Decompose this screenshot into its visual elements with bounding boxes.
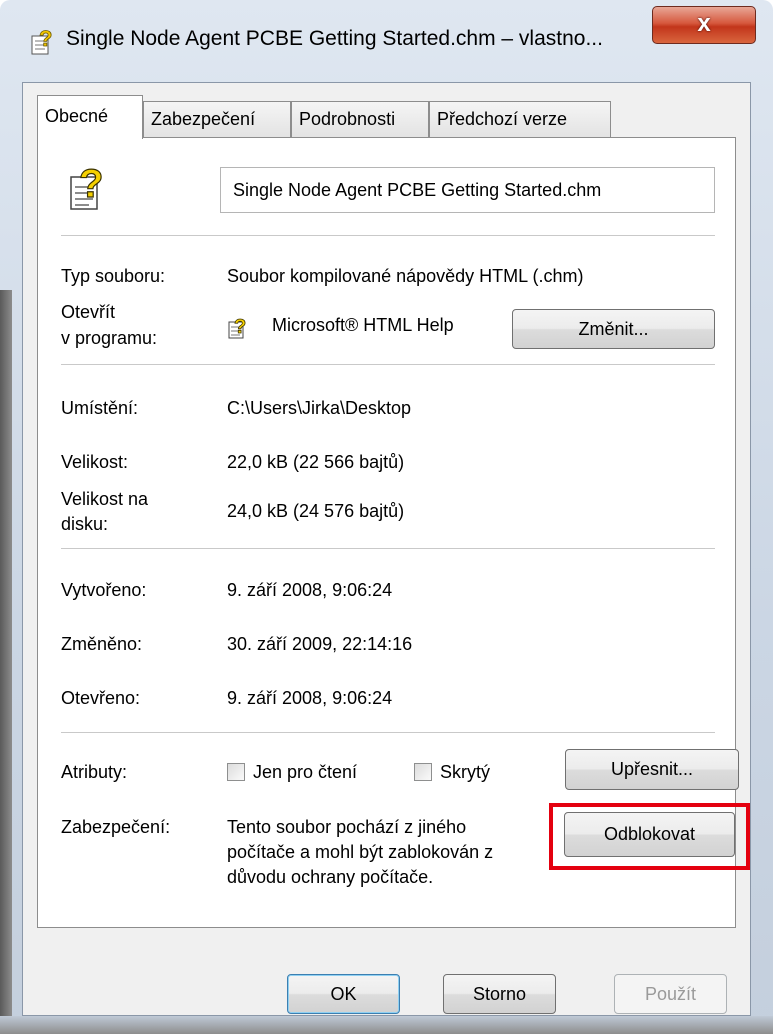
svg-text:?: ? xyxy=(234,316,246,338)
file-type-label: Typ souboru: xyxy=(61,266,166,286)
security-text-line2: počítače a mohl být zablokován z xyxy=(227,842,494,862)
help-file-large-icon: ? xyxy=(67,161,111,213)
html-help-icon: ? xyxy=(227,314,253,340)
open-with-value: Microsoft® HTML Help xyxy=(272,315,454,335)
size-on-disk-value: 24,0 kB (24 576 bajtů) xyxy=(227,501,405,521)
modified-value: 30. září 2009, 22:14:16 xyxy=(227,634,413,654)
size-value: 22,0 kB (22 566 bajtů) xyxy=(227,452,405,472)
close-icon: x xyxy=(697,10,711,37)
separator xyxy=(61,732,715,733)
change-program-button[interactable]: Změnit... xyxy=(512,309,715,349)
separator xyxy=(61,364,715,365)
highlight-box xyxy=(549,803,750,870)
dialog-client-area: Obecné Zabezpečení Podrobnosti Předchozí… xyxy=(22,82,751,1016)
attributes-label: Atributy: xyxy=(61,762,128,782)
readonly-label[interactable]: Jen pro čtení xyxy=(253,761,357,783)
help-file-icon: ? xyxy=(30,26,58,56)
tab-general[interactable]: Obecné xyxy=(37,95,143,139)
filename-input[interactable] xyxy=(220,167,715,213)
tab-strip: Obecné Zabezpečení Podrobnosti Předchozí… xyxy=(37,93,737,139)
title-bar[interactable]: ? Single Node Agent PCBE Getting Started… xyxy=(0,0,773,82)
tab-security[interactable]: Zabezpečení xyxy=(143,101,291,137)
separator xyxy=(61,548,715,549)
open-with-label-line1: Otevřít xyxy=(61,302,116,322)
apply-button: Použít xyxy=(614,974,727,1014)
accessed-label: Otevřeno: xyxy=(61,688,141,708)
cancel-button[interactable]: Storno xyxy=(443,974,556,1014)
location-label: Umístění: xyxy=(61,398,139,418)
window-title: Single Node Agent PCBE Getting Started.c… xyxy=(66,27,603,50)
file-type-value: Soubor kompilované nápovědy HTML (.chm) xyxy=(227,266,584,286)
size-on-disk-label-line2: disku: xyxy=(61,514,109,534)
tab-previous-versions[interactable]: Předchozí verze xyxy=(429,101,611,137)
readonly-checkbox[interactable] xyxy=(227,763,245,781)
location-value: C:\Users\Jirka\Desktop xyxy=(227,398,412,418)
modified-label: Změněno: xyxy=(61,634,143,654)
separator xyxy=(61,235,715,236)
svg-text:?: ? xyxy=(79,162,103,206)
created-value: 9. září 2008, 9:06:24 xyxy=(227,580,393,600)
svg-text:?: ? xyxy=(39,26,52,51)
window-shadow-left xyxy=(0,290,12,1034)
hidden-label[interactable]: Skrytý xyxy=(440,761,490,783)
accessed-value: 9. září 2008, 9:06:24 xyxy=(227,688,393,708)
security-text-line1: Tento soubor pochází z jiného xyxy=(227,817,467,837)
hidden-checkbox[interactable] xyxy=(414,763,432,781)
ok-button[interactable]: OK xyxy=(287,974,400,1014)
security-label: Zabezpečení: xyxy=(61,817,171,837)
size-on-disk-label-line1: Velikost na xyxy=(61,489,149,509)
window-bottom-edge xyxy=(0,1016,773,1034)
security-text-line3: důvodu ochrany počítače. xyxy=(227,867,434,887)
tab-details[interactable]: Podrobnosti xyxy=(291,101,429,137)
created-label: Vytvořeno: xyxy=(61,580,147,600)
size-label: Velikost: xyxy=(61,452,129,472)
advanced-button[interactable]: Upřesnit... xyxy=(565,749,739,790)
open-with-label-line2: v programu: xyxy=(61,328,158,348)
properties-window: ? Single Node Agent PCBE Getting Started… xyxy=(0,0,773,1034)
close-button[interactable]: x xyxy=(652,6,756,44)
